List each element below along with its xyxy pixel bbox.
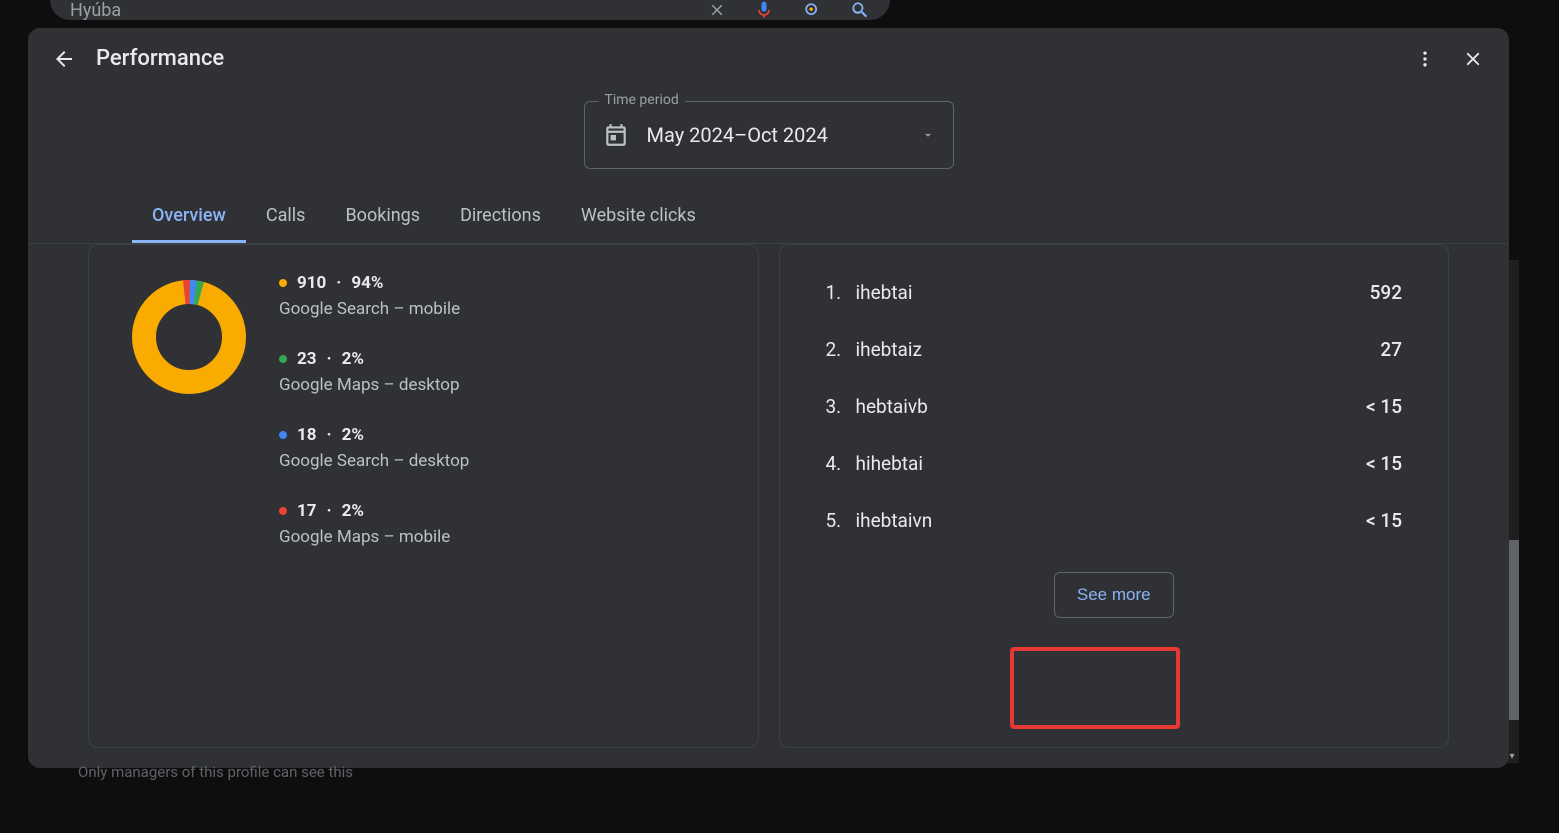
footer-note: Only managers of this profile can see th… xyxy=(78,763,353,781)
legend-item: 23 · 2% Google Maps – desktop xyxy=(279,349,469,395)
more-vert-icon xyxy=(1415,49,1435,69)
rank: 4. xyxy=(826,452,856,475)
legend-label: Google Search – mobile xyxy=(279,299,469,319)
value: 27 xyxy=(1380,338,1402,361)
tab-directions[interactable]: Directions xyxy=(440,197,561,243)
rank: 5. xyxy=(826,509,856,532)
list-item: 2. ihebtaiz 27 xyxy=(826,338,1403,361)
legend-count: 18 xyxy=(297,425,317,445)
legend-count: 17 xyxy=(297,501,317,521)
arrow-left-icon xyxy=(52,47,76,71)
platform-breakdown-card: 910 · 94% Google Search – mobile 23 · 2% xyxy=(88,244,759,748)
dropdown-icon xyxy=(921,128,935,142)
legend-count: 23 xyxy=(297,349,317,369)
list-item: 1. ihebtai 592 xyxy=(826,281,1403,304)
value: 592 xyxy=(1370,281,1402,304)
page-title: Performance xyxy=(96,46,224,71)
close-icon xyxy=(1462,48,1484,70)
search-bar[interactable]: Hyúba xyxy=(50,0,890,20)
search-terms-card: 1. ihebtai 592 2. ihebtaiz 27 3. hebtaiv… xyxy=(779,244,1450,748)
list-item: 4. hihebtai < 15 xyxy=(826,452,1403,475)
close-button[interactable] xyxy=(1461,47,1485,71)
time-period-label: Time period xyxy=(599,92,685,108)
legend-dot xyxy=(279,355,287,363)
performance-dialog: Performance Time period May 2024–Oct 202… xyxy=(28,28,1509,768)
tab-calls[interactable]: Calls xyxy=(246,197,326,243)
time-period-value: May 2024–Oct 2024 xyxy=(647,123,921,147)
more-options-button[interactable] xyxy=(1413,47,1437,71)
time-period-select[interactable]: Time period May 2024–Oct 2024 xyxy=(584,101,954,169)
legend-label: Google Maps – desktop xyxy=(279,375,469,395)
legend-item: 910 · 94% Google Search – mobile xyxy=(279,273,469,319)
search-icon[interactable] xyxy=(850,0,870,20)
term: hihebtai xyxy=(856,452,1367,475)
tab-bookings[interactable]: Bookings xyxy=(325,197,440,243)
tab-overview[interactable]: Overview xyxy=(132,197,246,243)
tabs: Overview Calls Bookings Directions Websi… xyxy=(28,179,1509,244)
value: < 15 xyxy=(1366,395,1402,418)
term: hebtaivb xyxy=(856,395,1367,418)
term: ihebtaivn xyxy=(856,509,1367,532)
legend-dot xyxy=(279,431,287,439)
annotation-highlight xyxy=(1010,647,1180,729)
value: < 15 xyxy=(1366,452,1402,475)
rank: 1. xyxy=(826,281,856,304)
legend-dot xyxy=(279,279,287,287)
see-more-button[interactable]: See more xyxy=(1054,572,1174,618)
legend-pct: 94% xyxy=(351,273,383,293)
legend-item: 18 · 2% Google Search – desktop xyxy=(279,425,469,471)
breakdown-legend: 910 · 94% Google Search – mobile 23 · 2% xyxy=(279,273,469,547)
breakdown-donut-chart xyxy=(129,277,249,397)
legend-pct: 2% xyxy=(342,349,364,369)
back-button[interactable] xyxy=(52,47,76,71)
search-query: Hyúba xyxy=(70,0,708,21)
legend-item: 17 · 2% Google Maps – mobile xyxy=(279,501,469,547)
value: < 15 xyxy=(1366,509,1402,532)
legend-label: Google Search – desktop xyxy=(279,451,469,471)
term: ihebtaiz xyxy=(856,338,1381,361)
tab-website-clicks[interactable]: Website clicks xyxy=(561,197,716,243)
lens-icon[interactable] xyxy=(802,0,822,20)
legend-count: 910 xyxy=(297,273,326,293)
voice-search-icon[interactable] xyxy=(754,0,774,20)
search-terms-list: 1. ihebtai 592 2. ihebtaiz 27 3. hebtaiv… xyxy=(810,273,1419,532)
rank: 3. xyxy=(826,395,856,418)
legend-label: Google Maps – mobile xyxy=(279,527,469,547)
legend-pct: 2% xyxy=(342,501,364,521)
legend-dot xyxy=(279,507,287,515)
term: ihebtai xyxy=(856,281,1370,304)
list-item: 3. hebtaivb < 15 xyxy=(826,395,1403,418)
legend-pct: 2% xyxy=(342,425,364,445)
rank: 2. xyxy=(826,338,856,361)
dialog-header: Performance xyxy=(28,28,1509,75)
clear-icon[interactable] xyxy=(708,1,726,19)
calendar-icon xyxy=(603,122,629,148)
list-item: 5. ihebtaivn < 15 xyxy=(826,509,1403,532)
